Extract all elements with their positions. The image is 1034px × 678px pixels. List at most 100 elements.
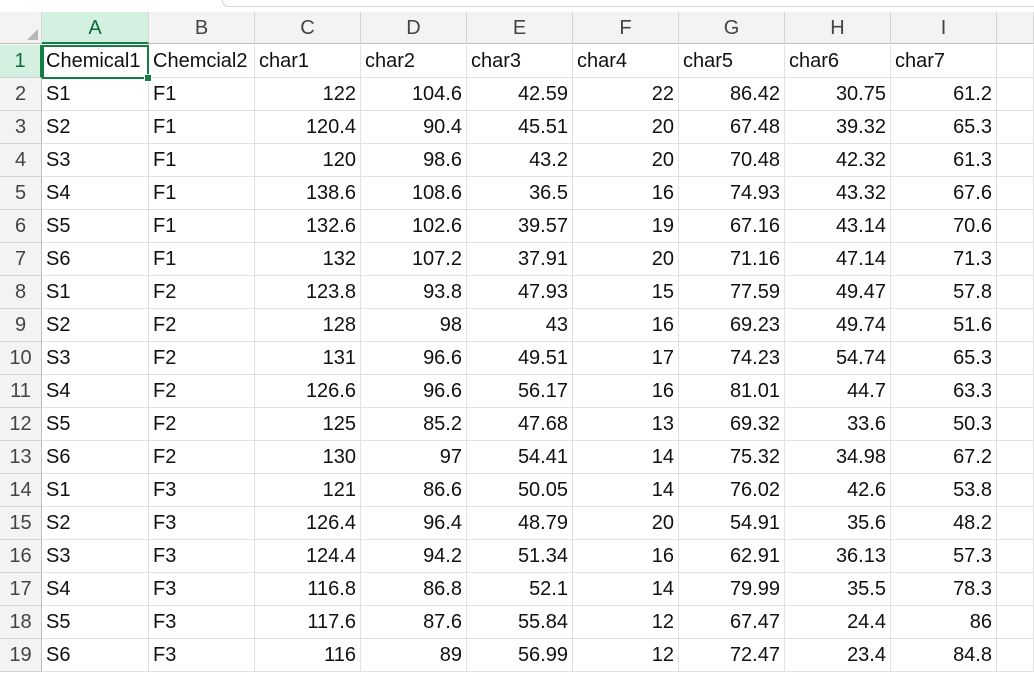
cell-g16[interactable]: 62.91 — [679, 540, 785, 573]
cell-d16[interactable]: 94.2 — [361, 540, 467, 573]
spreadsheet-grid[interactable]: A B C D E F G H I 1 Chemical1 Chemcial2 char1 char2 ch… — [0, 0, 1034, 678]
cell-b2[interactable]: F1 — [149, 78, 255, 111]
cell-g7[interactable]: 71.16 — [679, 243, 785, 276]
row-header-6[interactable]: 6 — [0, 210, 42, 243]
cell-c6[interactable]: 132.6 — [255, 210, 361, 243]
cell-i13[interactable]: 67.2 — [891, 441, 997, 474]
cell-a19[interactable]: S6 — [42, 639, 149, 672]
column-header-blank[interactable] — [997, 12, 1034, 44]
cell-j11[interactable] — [997, 375, 1034, 408]
cell-c16[interactable]: 124.4 — [255, 540, 361, 573]
cell-i18[interactable]: 86 — [891, 606, 997, 639]
cell-e11[interactable]: 56.17 — [467, 375, 573, 408]
cell-a11[interactable]: S4 — [42, 375, 149, 408]
cell-h11[interactable]: 44.7 — [785, 375, 891, 408]
cell-a13[interactable]: S6 — [42, 441, 149, 474]
cell-d13[interactable]: 97 — [361, 441, 467, 474]
cell-a14[interactable]: S1 — [42, 474, 149, 507]
cell-c2[interactable]: 122 — [255, 78, 361, 111]
cell-e7[interactable]: 37.91 — [467, 243, 573, 276]
row-header-13[interactable]: 13 — [0, 441, 42, 474]
cell-h2[interactable]: 30.75 — [785, 78, 891, 111]
cell-a4[interactable]: S3 — [42, 144, 149, 177]
cell-i8[interactable]: 57.8 — [891, 276, 997, 309]
cell-b14[interactable]: F3 — [149, 474, 255, 507]
row-header-16[interactable]: 16 — [0, 540, 42, 573]
cell-i4[interactable]: 61.3 — [891, 144, 997, 177]
cell-f13[interactable]: 14 — [573, 441, 679, 474]
cell-b1[interactable]: Chemcial2 — [149, 45, 255, 78]
cell-b8[interactable]: F2 — [149, 276, 255, 309]
cell-c12[interactable]: 125 — [255, 408, 361, 441]
cell-b13[interactable]: F2 — [149, 441, 255, 474]
cell-j13[interactable] — [997, 441, 1034, 474]
cell-g10[interactable]: 74.23 — [679, 342, 785, 375]
row-header-19[interactable]: 19 — [0, 639, 42, 672]
cell-g4[interactable]: 70.48 — [679, 144, 785, 177]
cell-g2[interactable]: 86.42 — [679, 78, 785, 111]
column-header-f[interactable]: F — [573, 12, 679, 44]
cell-h9[interactable]: 49.74 — [785, 309, 891, 342]
cell-c9[interactable]: 128 — [255, 309, 361, 342]
cell-c18[interactable]: 117.6 — [255, 606, 361, 639]
column-header-g[interactable]: G — [679, 12, 785, 44]
cell-i7[interactable]: 71.3 — [891, 243, 997, 276]
cell-g17[interactable]: 79.99 — [679, 573, 785, 606]
cell-h7[interactable]: 47.14 — [785, 243, 891, 276]
cell-j6[interactable] — [997, 210, 1034, 243]
cell-b5[interactable]: F1 — [149, 177, 255, 210]
cell-h4[interactable]: 42.32 — [785, 144, 891, 177]
cell-b9[interactable]: F2 — [149, 309, 255, 342]
cell-c7[interactable]: 132 — [255, 243, 361, 276]
cell-d17[interactable]: 86.8 — [361, 573, 467, 606]
cell-f3[interactable]: 20 — [573, 111, 679, 144]
cell-g5[interactable]: 74.93 — [679, 177, 785, 210]
row-header-5[interactable]: 5 — [0, 177, 42, 210]
cell-j9[interactable] — [997, 309, 1034, 342]
cell-f10[interactable]: 17 — [573, 342, 679, 375]
cell-g19[interactable]: 72.47 — [679, 639, 785, 672]
cell-a16[interactable]: S3 — [42, 540, 149, 573]
cell-a10[interactable]: S3 — [42, 342, 149, 375]
row-header-15[interactable]: 15 — [0, 507, 42, 540]
cell-i6[interactable]: 70.6 — [891, 210, 997, 243]
cell-c19[interactable]: 116 — [255, 639, 361, 672]
row-header-14[interactable]: 14 — [0, 474, 42, 507]
cell-f6[interactable]: 19 — [573, 210, 679, 243]
cell-j17[interactable] — [997, 573, 1034, 606]
cell-h1[interactable]: char6 — [785, 45, 891, 78]
cell-a6[interactable]: S5 — [42, 210, 149, 243]
cell-b10[interactable]: F2 — [149, 342, 255, 375]
cell-b19[interactable]: F3 — [149, 639, 255, 672]
cell-f16[interactable]: 16 — [573, 540, 679, 573]
cell-g6[interactable]: 67.16 — [679, 210, 785, 243]
cell-i16[interactable]: 57.3 — [891, 540, 997, 573]
cell-f8[interactable]: 15 — [573, 276, 679, 309]
cell-d2[interactable]: 104.6 — [361, 78, 467, 111]
cell-b18[interactable]: F3 — [149, 606, 255, 639]
cell-a15[interactable]: S2 — [42, 507, 149, 540]
cell-i19[interactable]: 84.8 — [891, 639, 997, 672]
cell-h13[interactable]: 34.98 — [785, 441, 891, 474]
cell-c8[interactable]: 123.8 — [255, 276, 361, 309]
row-header-11[interactable]: 11 — [0, 375, 42, 408]
cell-h6[interactable]: 43.14 — [785, 210, 891, 243]
cell-j15[interactable] — [997, 507, 1034, 540]
cell-f1[interactable]: char4 — [573, 45, 679, 78]
cell-f9[interactable]: 16 — [573, 309, 679, 342]
cell-e18[interactable]: 55.84 — [467, 606, 573, 639]
cell-d10[interactable]: 96.6 — [361, 342, 467, 375]
cell-d15[interactable]: 96.4 — [361, 507, 467, 540]
cell-d6[interactable]: 102.6 — [361, 210, 467, 243]
cell-j2[interactable] — [997, 78, 1034, 111]
cell-g1[interactable]: char5 — [679, 45, 785, 78]
cell-f4[interactable]: 20 — [573, 144, 679, 177]
cell-b7[interactable]: F1 — [149, 243, 255, 276]
cell-f2[interactable]: 22 — [573, 78, 679, 111]
cell-b3[interactable]: F1 — [149, 111, 255, 144]
cell-g13[interactable]: 75.32 — [679, 441, 785, 474]
cell-c3[interactable]: 120.4 — [255, 111, 361, 144]
cell-b16[interactable]: F3 — [149, 540, 255, 573]
row-header-18[interactable]: 18 — [0, 606, 42, 639]
cell-j5[interactable] — [997, 177, 1034, 210]
